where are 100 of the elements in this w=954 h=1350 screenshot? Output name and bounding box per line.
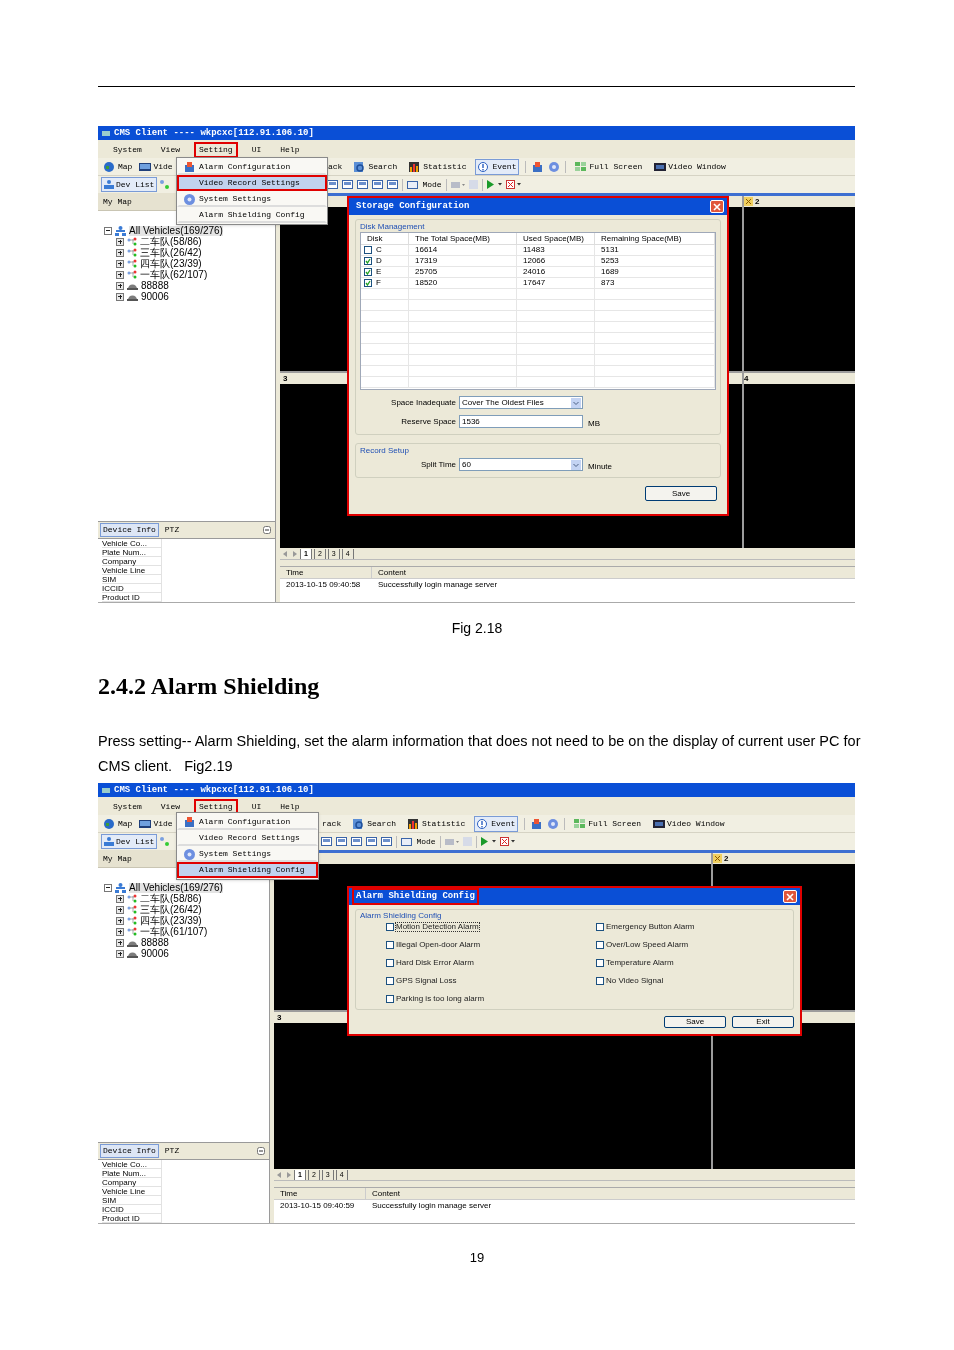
toolbar-button[interactable]: Statistic: [406, 158, 470, 175]
layout-icon[interactable]: [357, 180, 369, 189]
stop-icon[interactable]: [505, 180, 521, 189]
checkbox[interactable]: [364, 268, 372, 276]
tree-item[interactable]: 三车队(26/42): [140, 247, 202, 258]
tree-item[interactable]: 二车队(58/86): [140, 893, 202, 904]
play-icon[interactable]: [480, 837, 496, 846]
toolbar-button[interactable]: Full Screen: [572, 158, 646, 175]
tree-item[interactable]: 90006: [141, 948, 169, 959]
checkbox-label[interactable]: No Video Signal: [606, 977, 664, 985]
toolbar-button[interactable]: rack: [319, 816, 345, 831]
toolbar-button[interactable]: Vide: [136, 815, 176, 832]
menu-item[interactable]: UI: [246, 799, 267, 815]
window-icon[interactable]: [401, 837, 413, 846]
checkbox-label[interactable]: Parking is too long alarm: [396, 995, 485, 1003]
expand-icon[interactable]: [116, 916, 124, 925]
tree-item[interactable]: 90006: [141, 291, 169, 302]
toolbar-button[interactable]: Map: [101, 158, 136, 175]
checkbox[interactable]: [596, 959, 604, 967]
expand-icon[interactable]: [116, 938, 124, 947]
toolbar-button[interactable]: Event: [474, 815, 519, 832]
close-icon[interactable]: [744, 197, 753, 206]
checkbox[interactable]: [386, 941, 394, 949]
checkbox-label[interactable]: Hard Disk Error Alarm: [396, 959, 474, 967]
window-icon[interactable]: [407, 180, 419, 189]
checkbox[interactable]: [386, 995, 394, 1003]
toolbar-button[interactable]: Statistic: [405, 815, 469, 832]
toolbar-button[interactable]: Search: [350, 815, 399, 832]
close-button[interactable]: [783, 890, 797, 903]
layout-icon[interactable]: [372, 180, 384, 189]
expand-icon[interactable]: [116, 281, 124, 290]
settings-icon[interactable]: [548, 818, 559, 829]
menu-item[interactable]: View: [155, 799, 185, 815]
stop-icon[interactable]: [499, 837, 515, 846]
expand-icon[interactable]: [116, 270, 124, 279]
expand-icon[interactable]: [116, 894, 124, 903]
checkbox[interactable]: [596, 923, 604, 931]
checkbox[interactable]: [596, 977, 604, 985]
dialog-button[interactable]: Save: [664, 1016, 726, 1028]
checkbox[interactable]: [364, 279, 372, 287]
layout-icon[interactable]: [342, 180, 354, 189]
tree-item[interactable]: 88888: [141, 280, 169, 291]
menu-item[interactable]: System Settings: [177, 191, 327, 207]
collapse-icon[interactable]: [104, 883, 112, 892]
tree-item[interactable]: All Vehicles(169/276): [129, 225, 223, 236]
layout-icon[interactable]: [366, 837, 378, 846]
menu-item[interactable]: View: [155, 142, 185, 158]
toolbar-button[interactable]: ack: [325, 159, 346, 174]
checkbox[interactable]: [596, 941, 604, 949]
close-button[interactable]: [710, 200, 724, 213]
dev-list-button[interactable]: Dev List: [101, 177, 158, 192]
menu-item[interactable]: Help: [275, 799, 305, 815]
dev-list-button[interactable]: Dev List: [101, 834, 158, 849]
menu-item[interactable]: System: [108, 142, 147, 158]
checkbox[interactable]: [364, 257, 372, 265]
checkbox-label[interactable]: Temperature Alarm: [606, 959, 674, 967]
checkbox[interactable]: [386, 959, 394, 967]
layout-icon[interactable]: [321, 837, 333, 846]
toolbar-button[interactable]: Map: [101, 815, 136, 832]
toolbar-button[interactable]: Video Window: [651, 158, 729, 175]
menu-item[interactable]: Alarm Shielding Config: [177, 862, 318, 878]
toolbar-button[interactable]: Event: [475, 158, 520, 175]
layout-icon[interactable]: [351, 837, 363, 846]
menu-item[interactable]: Help: [275, 142, 305, 158]
expand-icon[interactable]: [116, 259, 124, 268]
menu-item[interactable]: Video Record Settings: [177, 830, 318, 846]
tab[interactable]: PTZ: [161, 1144, 183, 1158]
checkbox-label[interactable]: Illegal Open-door Alarm: [396, 941, 481, 949]
layout-icon[interactable]: [387, 180, 399, 189]
menu-item[interactable]: System: [108, 799, 147, 815]
checkbox-label[interactable]: GPS Signal Loss: [396, 977, 457, 985]
tree-item[interactable]: 二车队(58/86): [140, 236, 202, 247]
tab[interactable]: PTZ: [161, 523, 183, 537]
checkbox[interactable]: [386, 977, 394, 985]
dropdown-field[interactable]: 60: [459, 458, 583, 471]
tab[interactable]: Device Info: [100, 1144, 159, 1158]
menu-item[interactable]: UI: [246, 142, 267, 158]
expand-icon[interactable]: [116, 949, 124, 958]
toolbar-button[interactable]: Video Window: [650, 815, 728, 832]
tree-item[interactable]: 三车队(26/42): [140, 904, 202, 915]
menu-item[interactable]: Video Record Settings: [177, 175, 327, 191]
layout-icon[interactable]: [381, 837, 393, 846]
layout-icon[interactable]: [336, 837, 348, 846]
tree-item[interactable]: 四车队(23/39): [140, 258, 202, 269]
expand-icon[interactable]: [116, 292, 124, 301]
menu-item[interactable]: Alarm Configuration: [177, 814, 318, 830]
menu-item[interactable]: Alarm Shielding Config: [177, 207, 327, 223]
checkbox-label[interactable]: Over/Low Speed Alarm: [606, 941, 689, 949]
collapse-icon[interactable]: [104, 226, 112, 235]
dialog-button[interactable]: Save: [645, 486, 717, 501]
tree-item[interactable]: All Vehicles(169/276): [129, 882, 223, 893]
input-field[interactable]: 1536: [459, 415, 583, 428]
checkbox[interactable]: [386, 923, 394, 931]
checkbox-label[interactable]: Motion Detection Alarm: [396, 923, 479, 931]
tree-item[interactable]: 四车队(23/39): [140, 915, 202, 926]
toolbar-button[interactable]: Search: [351, 158, 401, 175]
play-icon[interactable]: [486, 180, 502, 189]
toolbar-button[interactable]: Vide: [136, 158, 176, 175]
close-icon[interactable]: [713, 854, 722, 863]
toolbar-button[interactable]: Full Screen: [571, 815, 645, 832]
